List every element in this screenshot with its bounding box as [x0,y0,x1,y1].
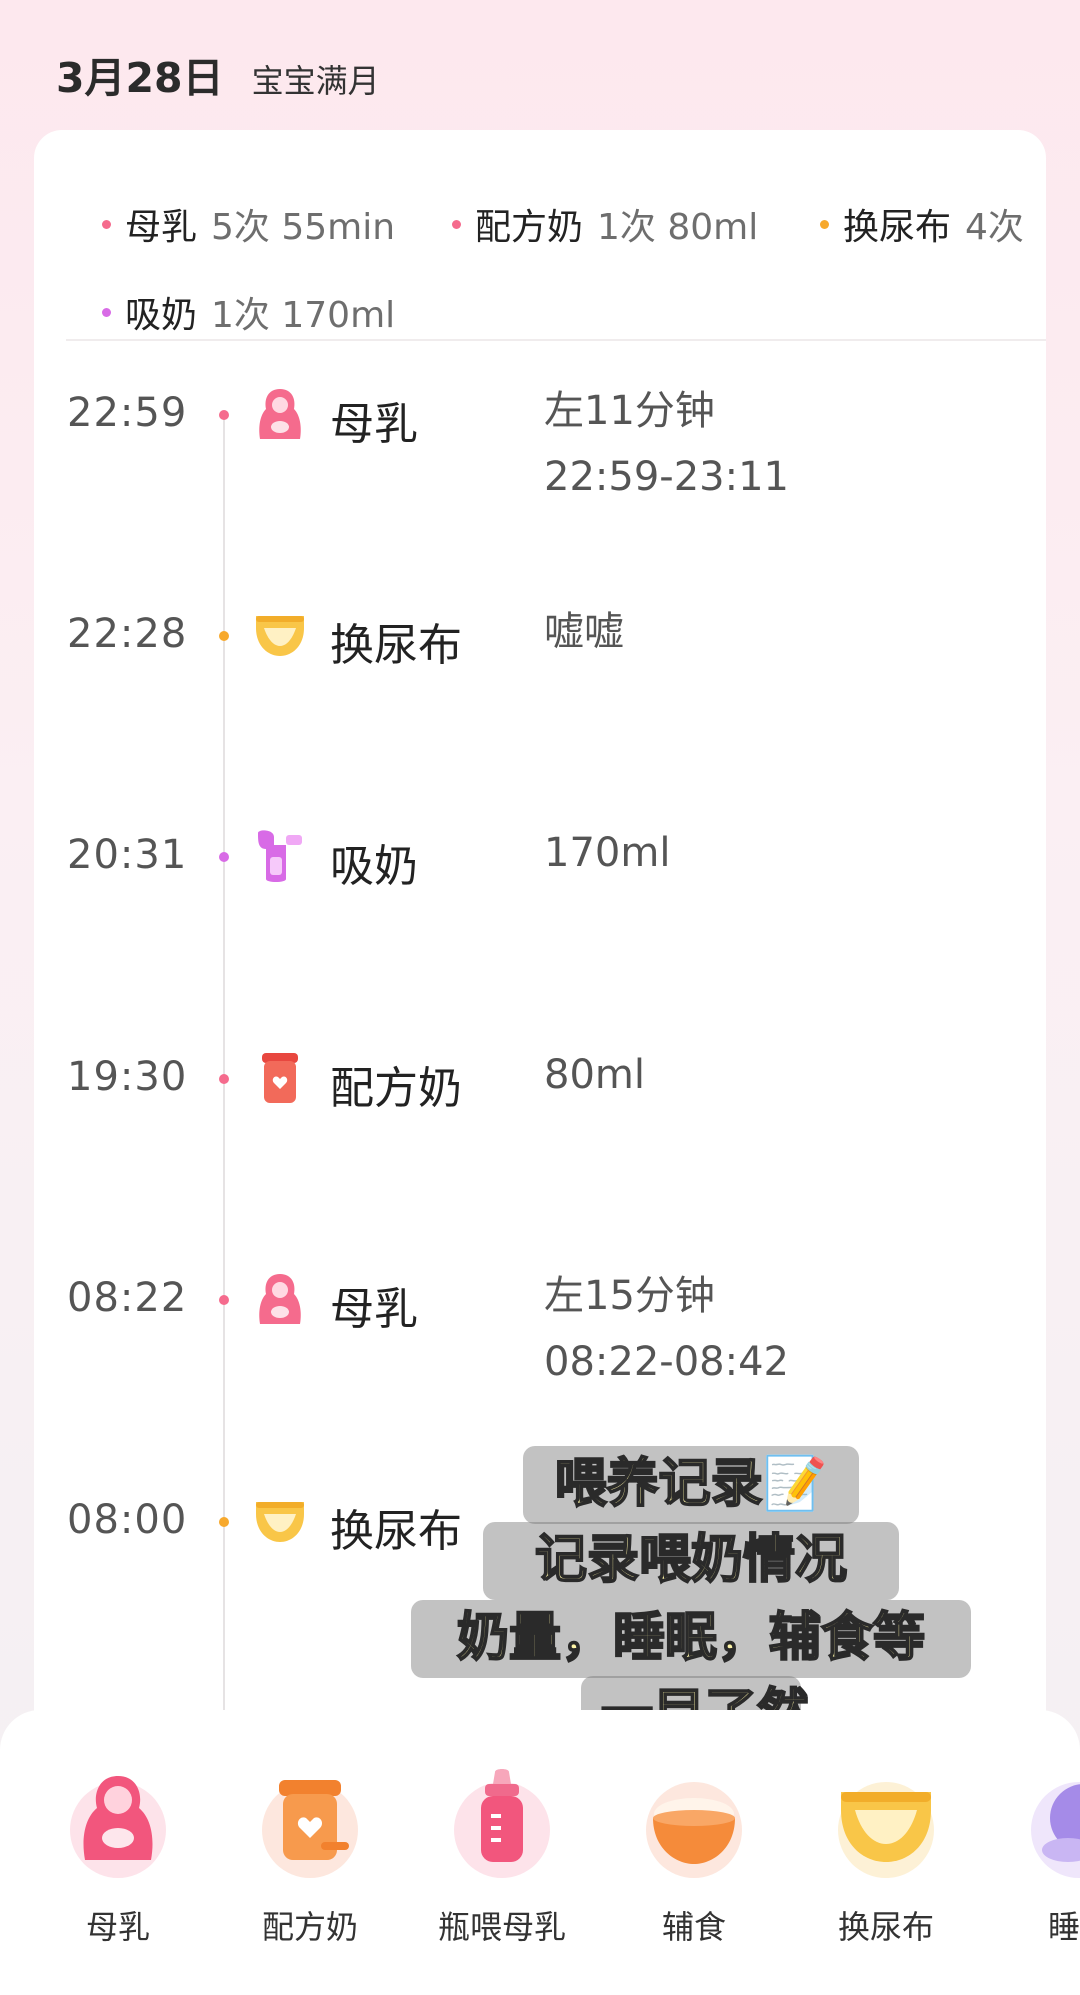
summary-label: 换尿布 [843,207,952,248]
record-time: 22:28 [67,611,188,657]
timeline-dot [219,1517,229,1527]
summary-divider [66,339,1046,341]
summary-value: 4次 [965,207,1024,248]
summary-value: 1次 170ml [211,295,396,336]
quick-add-toolbar: 母乳 配方奶 瓶喂母乳 辅食 换尿布 睡 [0,1710,1080,1995]
timeline-dot [219,410,229,420]
breast-pump-icon [258,830,302,882]
tool-sleep[interactable]: 睡 [998,1768,1080,1948]
record-detail: 170ml [544,820,670,886]
tool-breastfeed[interactable]: 母乳 [38,1768,198,1948]
timeline-dot [219,1295,229,1305]
baby-food-bowl-icon [646,1782,742,1878]
timeline-row[interactable]: 22:59 母乳 左11分钟 22:59-23:11 [34,388,1046,530]
record-detail-line1: 嘘嘘 [544,609,624,655]
diaper-icon [256,1502,304,1542]
record-type: 母乳 [330,1284,418,1335]
record-detail-line1: 170ml [544,830,671,876]
record-detail: 左11分钟 22:59-23:11 [544,378,789,510]
record-time: 08:22 [67,1275,188,1321]
record-time: 22:59 [67,390,188,436]
timeline-row[interactable]: 08:22 母乳 左15分钟 08:22-08:42 [34,1273,1046,1415]
timeline-row[interactable]: 22:28 换尿布 嘘嘘 [34,609,1046,751]
timeline-dot [219,631,229,641]
record-detail-line2: 08:22-08:42 [544,1339,789,1385]
summary-pump: 吸奶 1次 170ml [102,286,395,338]
record-detail: 左15分钟 08:22-08:42 [544,1263,789,1395]
tool-label: 母乳 [85,1908,150,1946]
summary-formula: 配方奶 1次 80ml [452,198,758,250]
baby-bottle-icon [454,1769,550,1878]
tool-label: 睡 [1048,1908,1080,1946]
summary-breastfeed: 母乳 5次 55min [102,198,395,250]
timeline-row[interactable]: 08:00 换尿布 [34,1497,1046,1637]
record-type: 换尿布 [330,1506,462,1557]
formula-can-icon [262,1053,298,1103]
record-detail: 嘘嘘 [544,599,624,665]
sleep-icon [1031,1782,1080,1878]
record-detail-line1: 左15分钟 [544,1273,715,1319]
record-time: 08:00 [67,1497,188,1543]
milestone-label: 宝宝满月 [251,62,380,100]
summary-label: 吸奶 [125,295,198,336]
timeline-dot [219,1074,229,1084]
summary-dot [102,307,111,317]
date-title: 3月28日 [56,54,224,102]
diaper-icon [256,616,304,656]
timeline-row[interactable]: 19:30 配方奶 80ml [34,1052,1046,1194]
header: 3月28日 宝宝满月 [56,44,380,104]
record-detail-line2: 22:59-23:11 [544,454,789,500]
record-time: 20:31 [67,832,188,878]
record-time: 19:30 [67,1054,188,1100]
summary-label: 配方奶 [475,207,584,248]
tool-label: 瓶喂母乳 [437,1908,566,1946]
summary-value: 5次 55min [211,207,396,248]
summary-dot [452,219,461,229]
timeline-dot [219,852,229,862]
record-type: 吸奶 [330,841,418,892]
tool-label: 换尿布 [837,1908,934,1946]
tool-diaper[interactable]: 换尿布 [806,1768,966,1948]
record-type: 配方奶 [330,1063,462,1114]
timeline-row[interactable]: 20:31 吸奶 170ml [34,830,1046,972]
breastfeed-icon [259,389,301,439]
tool-baby-food[interactable]: 辅食 [614,1768,774,1948]
summary-value: 1次 80ml [597,207,759,248]
summary-diaper: 换尿布 4次 [820,198,1024,250]
tool-label: 辅食 [661,1908,726,1946]
summary-dot [820,219,829,229]
record-detail-line1: 80ml [544,1052,645,1098]
tool-formula[interactable]: 配方奶 [230,1768,390,1948]
summary-label: 母乳 [125,207,198,248]
tool-bottle-breastmilk[interactable]: 瓶喂母乳 [422,1768,582,1948]
breastfeed-icon [70,1776,166,1878]
record-type: 换尿布 [330,620,462,671]
formula-can-icon [262,1780,358,1878]
record-type: 母乳 [330,399,418,450]
record-detail: 80ml [544,1042,645,1108]
record-detail-line1: 左11分钟 [544,388,715,434]
summary-dot [102,219,111,229]
feeding-record-card: 母乳 5次 55min 配方奶 1次 80ml 换尿布 4次 吸奶 1次 170… [34,130,1046,1852]
diaper-icon [838,1782,934,1878]
tool-label: 配方奶 [261,1908,358,1946]
breastfeed-icon [259,1274,301,1324]
